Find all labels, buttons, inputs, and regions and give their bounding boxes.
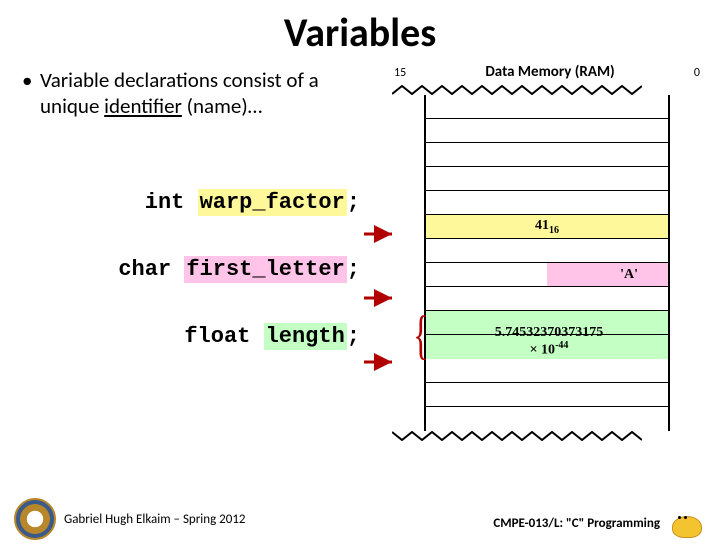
semicolon: ; bbox=[347, 190, 360, 215]
mascot-slug-icon bbox=[668, 506, 706, 540]
university-seal-icon bbox=[14, 498, 56, 540]
ram-row-empty bbox=[426, 239, 668, 263]
page-title: Variables bbox=[0, 8, 720, 57]
code-line-float: float length; bbox=[20, 324, 360, 349]
ram-int-value: 4116 bbox=[535, 218, 559, 236]
footer-course: CMPE-013/L: "C" Programming bbox=[493, 516, 660, 531]
ram-float-exp-sup: -44 bbox=[555, 340, 568, 351]
left-column: Variable declarations consist of a uniqu… bbox=[20, 67, 370, 441]
ram-bit-0: 0 bbox=[694, 66, 700, 80]
ram-row-empty bbox=[426, 383, 668, 407]
ram-row-empty bbox=[426, 167, 668, 191]
bullet-point: Variable declarations consist of a uniqu… bbox=[40, 67, 360, 120]
ram-float-group: { 5.74532370373175 × 10-44 bbox=[426, 311, 668, 359]
arrow-float bbox=[364, 355, 398, 374]
code-line-char: char first_letter; bbox=[20, 257, 360, 282]
ram-char-value: 'A' bbox=[620, 267, 638, 283]
ram-header: 15 Data Memory (RAM) 0 bbox=[394, 63, 700, 85]
identifier-warp-factor: warp_factor bbox=[198, 189, 347, 216]
ram-float-mantissa: 5.74532370373175 bbox=[495, 325, 604, 340]
bullet-text-underlined: identifier bbox=[104, 93, 182, 119]
bullet-text-post: (name)… bbox=[182, 93, 262, 119]
ram-box: 4116 'A' { 5.74532370373175 × 10-44 bbox=[424, 95, 670, 431]
ram-float-exp-pre: × 10 bbox=[530, 343, 555, 358]
keyword-float: float bbox=[184, 324, 263, 349]
ram-row-empty bbox=[426, 407, 668, 431]
identifier-first-letter: first_letter bbox=[184, 256, 346, 283]
footer-author: Gabriel Hugh Elkaim – Spring 2012 bbox=[64, 512, 246, 527]
zigzag-top bbox=[392, 85, 642, 95]
semicolon: ; bbox=[347, 324, 360, 349]
footer-right: CMPE-013/L: "C" Programming bbox=[493, 506, 706, 540]
ram-bit-15: 15 bbox=[394, 66, 406, 80]
content-area: Variable declarations consist of a uniqu… bbox=[0, 57, 720, 441]
ram-row-empty bbox=[426, 143, 668, 167]
arrow-int bbox=[364, 227, 398, 246]
arrow-char bbox=[364, 291, 398, 310]
ram-row-char: 'A' bbox=[426, 263, 668, 287]
ram-row-empty bbox=[426, 287, 668, 311]
ram-row-int: 4116 bbox=[426, 215, 668, 239]
ram-int-sub: 16 bbox=[549, 224, 559, 235]
ram-diagram: 15 Data Memory (RAM) 0 4116 'A' bbox=[394, 63, 700, 441]
semicolon: ; bbox=[347, 257, 360, 282]
footer: Gabriel Hugh Elkaim – Spring 2012 CMPE-0… bbox=[0, 498, 720, 540]
ram-row-empty bbox=[426, 191, 668, 215]
footer-left: Gabriel Hugh Elkaim – Spring 2012 bbox=[14, 498, 246, 540]
code-line-int: int warp_factor; bbox=[20, 190, 360, 215]
ram-header-label: Data Memory (RAM) bbox=[485, 63, 614, 81]
right-column: 15 Data Memory (RAM) 0 4116 'A' bbox=[370, 67, 700, 441]
ram-row-empty bbox=[426, 119, 668, 143]
ram-row-empty bbox=[426, 95, 668, 119]
ram-row-empty bbox=[426, 359, 668, 383]
ram-float-value: 5.74532370373175 × 10-44 bbox=[426, 325, 672, 358]
zigzag-bottom bbox=[392, 431, 642, 441]
identifier-length: length bbox=[264, 323, 347, 350]
keyword-int: int bbox=[145, 190, 198, 215]
keyword-char: char bbox=[118, 257, 184, 282]
ram-int-main: 41 bbox=[535, 218, 549, 233]
